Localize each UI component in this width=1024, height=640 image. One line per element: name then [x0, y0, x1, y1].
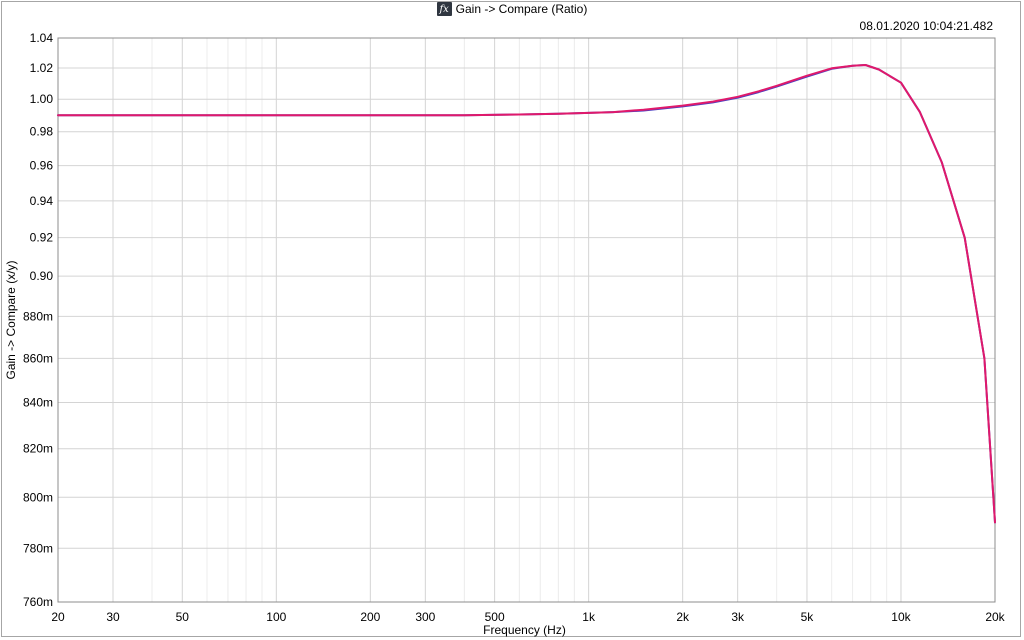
plot-area — [58, 38, 995, 602]
y-tick-label: 0.92 — [30, 231, 54, 245]
x-tick-label: 2k — [676, 610, 690, 624]
x-tick-label: 30 — [106, 610, 120, 624]
y-tick-label: 0.98 — [30, 125, 54, 139]
y-tick-label: 780m — [23, 541, 53, 555]
x-tick-label: 20k — [985, 610, 1005, 624]
x-tick-label: 50 — [176, 610, 190, 624]
x-tick-label: 1k — [582, 610, 596, 624]
x-tick-label: 500 — [485, 610, 505, 624]
y-tick-label: 820m — [23, 442, 53, 456]
y-axis-label: Gain -> Compare (x/y) — [4, 260, 18, 379]
x-axis-label: Frequency (Hz) — [483, 623, 566, 637]
x-tick-label: 200 — [360, 610, 380, 624]
x-tick-label: 10k — [891, 610, 911, 624]
x-tick-label: 5k — [801, 610, 815, 624]
y-tick-label: 0.96 — [30, 159, 54, 173]
y-tick-label: 0.94 — [30, 194, 54, 208]
chart-plot: 20 30 50 100 200 300 500 1k 2k 3k 5k 10k 20k 760m 780m… — [4, 31, 1006, 637]
y-tick-label: 880m — [23, 309, 53, 323]
x-tick-label: 300 — [415, 610, 435, 624]
y-tick-label: 0.90 — [30, 269, 54, 283]
y-tick-label: 840m — [23, 395, 53, 409]
x-tick-label: 20 — [51, 610, 65, 624]
x-tick-label: 100 — [266, 610, 286, 624]
x-tick-label: 3k — [731, 610, 745, 624]
y-tick-label: 800m — [23, 490, 53, 504]
y-tick-label: 1.00 — [30, 92, 54, 106]
y-tick-label: 860m — [23, 351, 53, 365]
y-tick-label: 1.02 — [30, 61, 54, 75]
y-tick-label: 760m — [23, 595, 53, 609]
y-tick-label: 1.04 — [30, 31, 54, 45]
